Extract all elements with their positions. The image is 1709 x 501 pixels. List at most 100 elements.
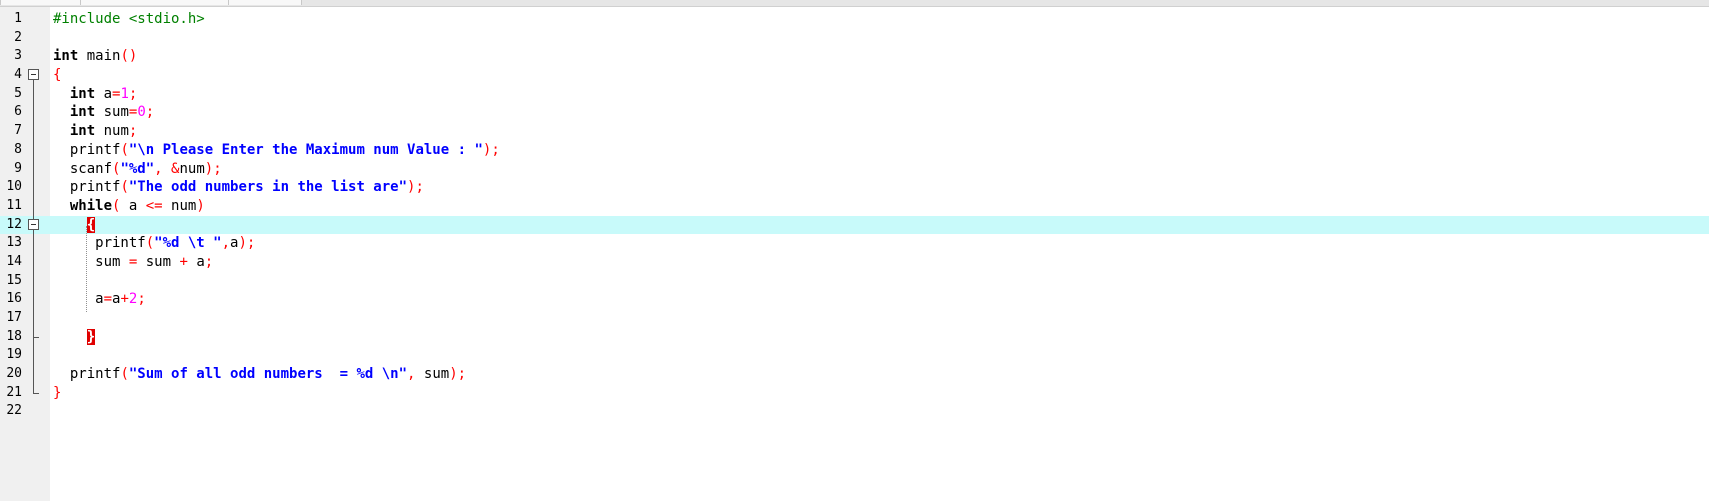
- line-number: 2: [14, 29, 22, 45]
- fold-line-icon: [27, 252, 43, 272]
- code-token: <=: [145, 197, 163, 214]
- fold-line-icon: [27, 103, 43, 123]
- line-number: 17: [6, 310, 22, 325]
- tab-1[interactable]: [0, 0, 82, 5]
- code-token: ;: [145, 104, 155, 121]
- code-line[interactable]: 18 }: [0, 327, 1709, 347]
- code-token: );: [482, 141, 500, 158]
- fold-line-icon: [27, 84, 43, 104]
- code-token: ): [196, 197, 205, 214]
- code-token: +: [179, 253, 188, 270]
- code-token: int: [69, 85, 96, 102]
- code-line[interactable]: 7 int num;: [0, 122, 1709, 141]
- code-line[interactable]: 21}: [0, 383, 1709, 403]
- code-line[interactable]: 9 scanf("%d", &num);: [0, 159, 1709, 179]
- code-token: "%d \t ": [154, 235, 222, 252]
- fold-minus-icon[interactable]: [27, 215, 43, 235]
- code-line[interactable]: 15: [0, 271, 1709, 291]
- code-line[interactable]: 1 #include <stdio.h>: [0, 10, 1709, 29]
- code-token: , &: [154, 160, 180, 177]
- code-token: a: [120, 197, 146, 214]
- code-text: {: [53, 66, 61, 85]
- line-number: 20: [6, 366, 22, 382]
- code-token: ;: [128, 85, 138, 102]
- code-line[interactable]: 14 sum = sum + a;: [0, 252, 1709, 272]
- line-number: 6: [14, 104, 22, 120]
- code-token: ,: [407, 366, 424, 383]
- code-text: int main(): [53, 47, 137, 66]
- code-token: int: [53, 48, 79, 65]
- code-line[interactable]: 17: [0, 309, 1709, 328]
- code-token: ;: [204, 253, 214, 270]
- code-line[interactable]: 12 {: [0, 215, 1709, 235]
- code-token: sum: [423, 366, 450, 383]
- code-token: }: [53, 384, 62, 401]
- code-token: );: [238, 235, 256, 252]
- line-number: 5: [14, 85, 22, 101]
- code-token: ;: [137, 291, 146, 308]
- code-token: while: [69, 197, 113, 214]
- code-token: sum: [53, 253, 129, 270]
- tab-strip[interactable]: [0, 0, 1709, 7]
- code-line[interactable]: 2: [0, 29, 1709, 48]
- code-token: printf: [53, 235, 146, 252]
- code-token: num: [95, 123, 129, 140]
- code-line[interactable]: 22: [0, 402, 1709, 421]
- code-token: "Sum of all odd numbers = %d \n": [128, 366, 408, 383]
- code-token: 1: [120, 85, 129, 102]
- code-token: a: [95, 85, 113, 102]
- fold-line-icon: [27, 271, 43, 291]
- code-token: main: [78, 48, 121, 65]
- code-token: );: [449, 366, 467, 383]
- code-editor[interactable]: 1 #include <stdio.h> 2 3 int main() 4{5 int a…: [0, 10, 1709, 421]
- code-line[interactable]: 5 int a=1;: [0, 84, 1709, 104]
- code-text: {: [53, 216, 96, 235]
- tab-2[interactable]: [80, 0, 230, 5]
- code-text: printf("The odd numbers in the list are"…: [53, 178, 424, 197]
- code-token: int: [69, 123, 96, 140]
- fold-end-icon: [27, 327, 43, 347]
- line-number: 10: [6, 179, 22, 195]
- line-number: 7: [14, 123, 22, 139]
- code-token: printf: [53, 179, 121, 196]
- code-line[interactable]: 20 printf("Sum of all odd numbers = %d \…: [0, 365, 1709, 384]
- code-token: num: [179, 160, 205, 177]
- line-number: 12: [6, 216, 22, 232]
- fold-line-icon: [27, 290, 43, 309]
- line-number: 1: [14, 11, 22, 26]
- code-token: 0: [137, 104, 146, 121]
- code-line[interactable]: 11 while( a <= num): [0, 196, 1709, 216]
- line-number: 21: [6, 384, 22, 400]
- code-line[interactable]: 19: [0, 346, 1709, 366]
- matched-brace: {: [86, 216, 96, 233]
- code-token: int: [69, 104, 96, 121]
- code-line[interactable]: 10 printf("The odd numbers in the list a…: [0, 178, 1709, 197]
- code-text: scanf("%d", &num);: [53, 160, 222, 179]
- code-text: printf("Sum of all odd numbers = %d \n",…: [53, 365, 466, 384]
- code-token: (: [120, 366, 129, 383]
- line-number: 22: [6, 403, 22, 419]
- code-token: printf: [53, 141, 121, 158]
- code-line[interactable]: 13 printf("%d \t ",a);: [0, 234, 1709, 253]
- fold-line-icon: [27, 234, 43, 253]
- fold-line-icon: [27, 365, 43, 384]
- code-token: );: [204, 160, 222, 177]
- code-line[interactable]: 4{: [0, 66, 1709, 86]
- fold-line-icon: [27, 140, 43, 160]
- code-token: sum: [137, 253, 180, 270]
- code-token: printf: [53, 366, 121, 383]
- code-line[interactable]: 3 int main(): [0, 47, 1709, 66]
- line-number: 19: [6, 347, 22, 363]
- line-number: 13: [6, 235, 22, 251]
- fold-minus-icon[interactable]: [27, 66, 43, 86]
- code-line[interactable]: 16 a=a+2;: [0, 290, 1709, 309]
- code-token: (: [120, 179, 129, 196]
- code-token: (: [145, 235, 155, 252]
- tab-3[interactable]: [228, 0, 302, 5]
- code-line[interactable]: 6 int sum=0;: [0, 103, 1709, 123]
- code-token: num: [162, 197, 197, 214]
- code-line[interactable]: 8 printf("\n Please Enter the Maximum nu…: [0, 140, 1709, 160]
- code-token: "The odd numbers in the list are": [128, 179, 408, 196]
- code-text: printf("%d \t ",a);: [53, 234, 255, 253]
